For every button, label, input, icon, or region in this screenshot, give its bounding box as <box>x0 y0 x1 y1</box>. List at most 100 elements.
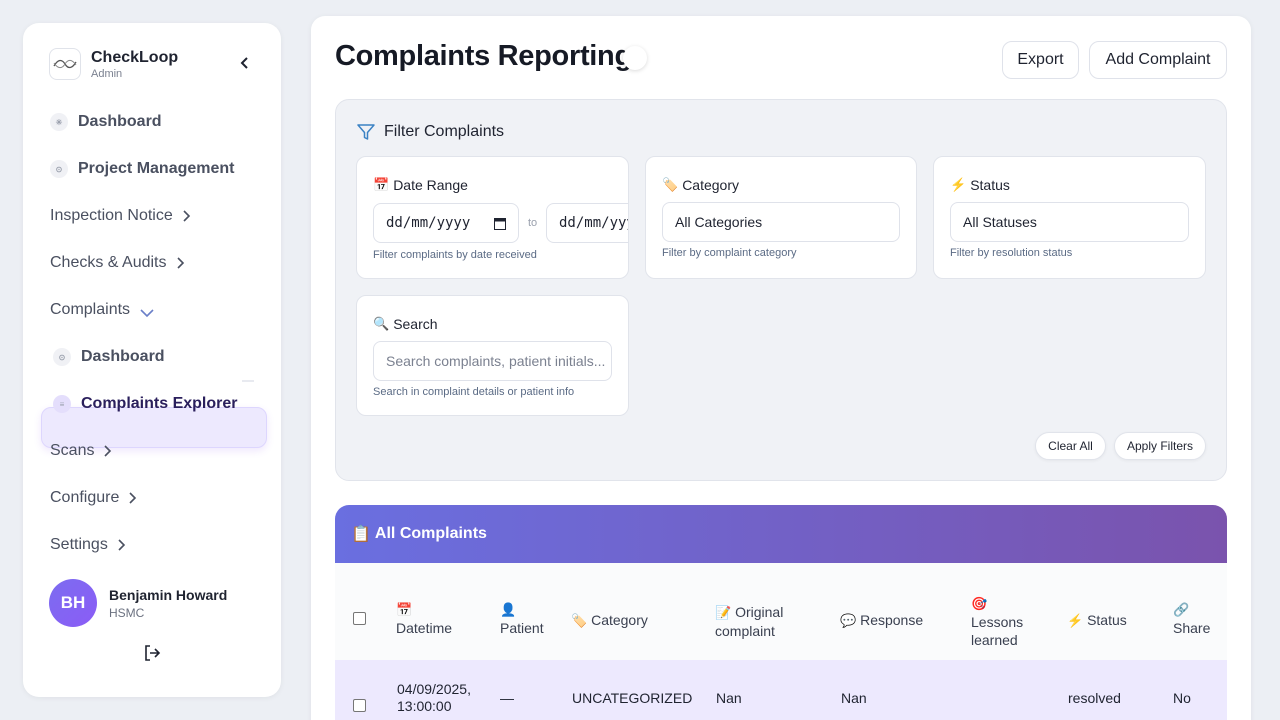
project-icon: ⊙ <box>50 160 68 178</box>
clipboard-icon: 📋 <box>351 526 371 543</box>
status-select[interactable]: All Statuses <box>950 202 1189 242</box>
chevron-left-icon <box>240 57 248 69</box>
column-header-share[interactable]: 🔗 Share <box>1173 601 1210 637</box>
export-button[interactable]: Export <box>1002 41 1079 79</box>
add-complaint-button[interactable]: Add Complaint <box>1089 41 1227 79</box>
memo-icon: 📝 <box>715 605 732 620</box>
column-header-status[interactable]: ⚡ Status <box>1067 611 1127 630</box>
chevron-right-icon <box>129 492 137 504</box>
brand-role: Admin <box>91 67 123 80</box>
status-help: Filter by resolution status <box>950 247 1073 259</box>
collapse-sidebar-button[interactable] <box>237 55 253 71</box>
user-name: Benjamin Howard <box>109 586 228 603</box>
cell-share: No <box>1173 690 1191 706</box>
chevron-right-icon <box>183 210 191 222</box>
cell-datetime: 04/09/2025, 13:00:00 <box>397 681 471 715</box>
user-org: HSMC <box>109 605 145 620</box>
header-label: Status <box>1087 612 1127 628</box>
search-input[interactable]: Search complaints, patient initials... <box>373 341 612 381</box>
table-title: All Complaints <box>374 525 487 542</box>
clear-all-button[interactable]: Clear All <box>1035 432 1106 460</box>
sidebar-item-project-management[interactable]: ⊙ Project Management <box>50 160 234 178</box>
brand-name: CheckLoop <box>91 48 179 66</box>
header-label: Datetime <box>396 620 453 636</box>
category-label-text: Category <box>682 177 739 193</box>
category-help: Filter by complaint category <box>662 247 797 259</box>
speech-bubble-icon: 💬 <box>840 613 857 628</box>
column-header-original-complaint[interactable]: 📝 Original complaint <box>715 603 783 640</box>
header-label: Lessons <box>971 614 1024 630</box>
filter-title: Filter Complaints <box>384 123 505 140</box>
status-card: ⚡ Status All Statuses Filter by resoluti… <box>933 156 1206 279</box>
sidebar-item-label: Settings <box>50 536 108 553</box>
calendar-icon: 📅 <box>396 602 413 617</box>
sidebar-item-complaints-dashboard[interactable]: ⊙ Dashboard <box>53 348 165 366</box>
logout-button[interactable] <box>143 644 163 664</box>
date-to-input[interactable]: dd/mm/yyyy <box>546 203 628 243</box>
cell-original-complaint: Nan <box>716 690 742 706</box>
sidebar-item-label: Project Management <box>78 160 235 177</box>
apply-filters-button[interactable]: Apply Filters <box>1114 432 1206 460</box>
search-card: 🔍 Search Search complaints, patient init… <box>356 295 629 416</box>
logout-icon <box>145 645 161 661</box>
date-range-card: 📅 Date Range dd/mm/yyyy to dd/mm/yyyy Fi… <box>356 156 629 279</box>
row-checkbox[interactable] <box>353 699 366 712</box>
select-all-checkbox[interactable] <box>353 612 366 625</box>
cell-time: 13:00:00 <box>397 698 452 714</box>
sidebar-item-dashboard[interactable]: ✳ Dashboard <box>50 113 162 131</box>
sidebar-item-label: Dashboard <box>81 348 165 365</box>
date-range-label: 📅 Date Range <box>373 177 468 193</box>
header-label: Patient <box>500 620 544 636</box>
brand[interactable]: CheckLoop Admin <box>49 48 178 80</box>
category-label: 🏷️ Category <box>662 177 739 193</box>
title-toggle[interactable] <box>623 46 647 70</box>
date-from-input[interactable]: dd/mm/yyyy <box>373 203 519 243</box>
date-range-label-text: Date Range <box>393 177 468 193</box>
column-header-response[interactable]: 💬 Response <box>840 611 923 630</box>
person-icon: 👤 <box>500 602 517 617</box>
sidebar-item-label: Dashboard <box>78 113 162 130</box>
explorer-icon: ≡ <box>53 395 71 413</box>
header-label: complaint <box>715 623 775 639</box>
sidebar-item-checks-audits[interactable]: Checks & Audits <box>50 254 185 272</box>
search-label: 🔍 Search <box>373 316 438 332</box>
sidebar-item-complaints-explorer[interactable]: ≡ Complaints Explorer <box>53 395 237 413</box>
sidebar-item-label: Inspection Notice <box>50 207 173 224</box>
dashboard-icon: ✳ <box>50 113 68 131</box>
chevron-right-icon <box>104 445 112 457</box>
sidebar-item-label: Configure <box>50 489 120 506</box>
category-select[interactable]: All Categories <box>662 202 900 242</box>
sidebar-item-scans[interactable]: Scans <box>50 442 112 460</box>
header-label: Original <box>735 604 784 620</box>
sidebar-item-inspection-notice[interactable]: Inspection Notice <box>50 207 191 225</box>
sidebar-item-label: Checks & Audits <box>50 254 167 271</box>
column-header-datetime[interactable]: 📅 Datetime <box>396 601 452 637</box>
page-title: Complaints Reporting <box>335 40 632 72</box>
sidebar-item-settings[interactable]: Settings <box>50 536 126 554</box>
header-label: Share <box>1173 620 1211 636</box>
sidebar-item-configure[interactable]: Configure <box>50 489 137 507</box>
table-title-bar: 📋 All Complaints <box>335 505 1227 563</box>
sidebar-item-complaints[interactable]: Complaints <box>50 301 154 319</box>
status-label-text: Status <box>970 177 1010 193</box>
column-header-lessons-learned[interactable]: 🎯 Lessons learned <box>971 595 1023 649</box>
table-row[interactable]: 04/09/2025, 13:00:00 — UNCATEGORIZED Nan… <box>335 660 1227 720</box>
tag-icon: 🏷️ <box>571 613 588 628</box>
target-icon: 🎯 <box>971 596 988 611</box>
search-label-text: Search <box>393 316 438 332</box>
filter-header: Filter Complaints <box>356 122 504 142</box>
date-range-separator: to <box>528 217 538 229</box>
date-from-value: dd/mm/yyyy <box>386 215 471 231</box>
chevron-right-icon <box>118 539 126 551</box>
calendar-picker-icon <box>494 218 506 230</box>
search-placeholder: Search complaints, patient initials... <box>386 353 606 369</box>
cell-category: UNCATEGORIZED <box>572 690 693 706</box>
column-header-patient[interactable]: 👤 Patient <box>500 601 544 637</box>
search-help: Search in complaint details or patient i… <box>373 386 575 398</box>
category-card: 🏷️ Category All Categories Filter by com… <box>645 156 917 279</box>
cell-date: 04/09/2025, <box>397 681 471 697</box>
cell-status: resolved <box>1068 690 1121 706</box>
user-profile[interactable]: BH Benjamin Howard HSMC <box>49 579 227 627</box>
column-header-category[interactable]: 🏷️ Category <box>571 611 648 630</box>
sidebar-item-label: Complaints Explorer <box>81 395 238 412</box>
